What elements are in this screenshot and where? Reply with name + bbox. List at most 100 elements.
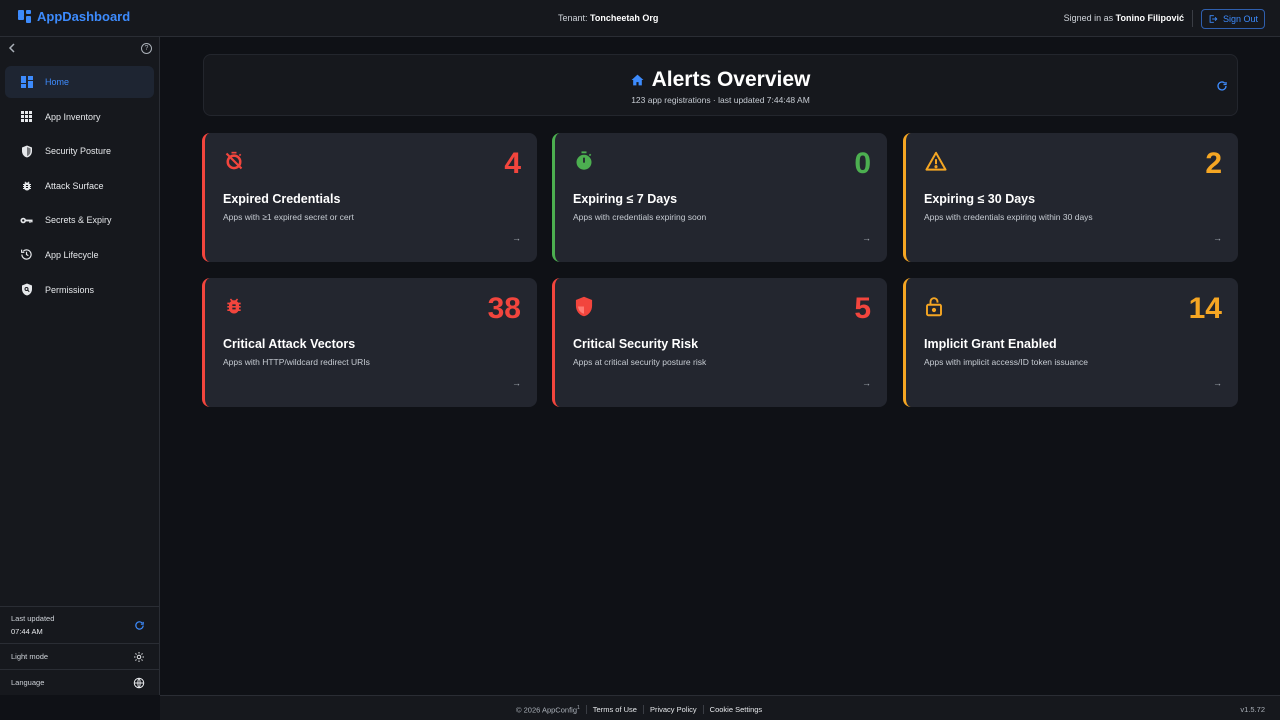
arrow-right-icon: → bbox=[512, 233, 521, 243]
sidebar-item-label: App Inventory bbox=[45, 111, 101, 122]
sidebar-footer: Last updated 07:44 AM Light mode Languag… bbox=[0, 606, 159, 695]
alert-count: 4 bbox=[504, 147, 521, 180]
alert-description: Apps at critical security posture risk bbox=[573, 357, 707, 367]
permission-shield-icon bbox=[20, 283, 33, 296]
sidebar-item-security-posture[interactable]: Security Posture bbox=[5, 135, 154, 167]
sign-out-button[interactable]: Sign Out bbox=[1201, 9, 1265, 29]
copyright-text: © 2026 AppConfig bbox=[516, 705, 577, 715]
refresh-icon bbox=[1217, 81, 1227, 91]
brand-logo[interactable]: AppDashboard bbox=[18, 9, 130, 24]
light-mode-label: Light mode bbox=[11, 652, 49, 661]
language-row[interactable]: Language bbox=[0, 669, 159, 695]
shield-alert-icon bbox=[574, 296, 594, 317]
last-updated-row: Last updated 07:44 AM bbox=[0, 606, 159, 643]
key-icon bbox=[20, 214, 33, 227]
sidebar-item-attack-surface[interactable]: Attack Surface bbox=[5, 170, 154, 202]
sidebar-item-label: Permissions bbox=[45, 284, 95, 295]
sidebar: ? Home App Inventory Security Posture At… bbox=[0, 37, 160, 695]
arrow-right-icon: → bbox=[1213, 233, 1222, 243]
footer: © 2026 AppConfig1 Terms of Use Privacy P… bbox=[160, 695, 1280, 720]
alert-title: Implicit Grant Enabled bbox=[924, 337, 1057, 351]
logout-icon bbox=[1209, 15, 1218, 23]
arrow-right-icon: → bbox=[512, 378, 521, 388]
alert-description: Apps with HTTP/wildcard redirect URIs bbox=[223, 357, 370, 367]
copyright: © 2026 AppConfig1 bbox=[510, 705, 586, 715]
language-label: Language bbox=[11, 678, 45, 687]
top-bar: AppDashboard Tenant: Toncheetah Org Sign… bbox=[0, 0, 1280, 37]
signed-in-info: Signed in as Tonino Filipović bbox=[1064, 13, 1184, 23]
home-icon bbox=[631, 74, 644, 86]
sidebar-item-permissions[interactable]: Permissions bbox=[5, 274, 154, 306]
grid-icon bbox=[20, 110, 33, 123]
sidebar-item-label: Secrets & Expiry bbox=[45, 215, 112, 226]
last-updated-time: 07:44 AM bbox=[11, 627, 43, 636]
divider bbox=[1192, 10, 1193, 27]
sidebar-item-secrets-expiry[interactable]: Secrets & Expiry bbox=[5, 204, 154, 236]
sidebar-item-home[interactable]: Home bbox=[5, 66, 154, 98]
page-title: Alerts Overview bbox=[651, 68, 811, 91]
alert-count: 38 bbox=[487, 292, 521, 325]
sidebar-item-label: Home bbox=[45, 77, 70, 87]
alert-title: Expired Credentials bbox=[223, 192, 341, 206]
refresh-icon[interactable] bbox=[134, 620, 145, 631]
lock-open-icon bbox=[925, 296, 945, 317]
user-name: Tonino Filipović bbox=[1115, 13, 1184, 23]
alert-card-expiring-7-days[interactable]: 0 Expiring ≤ 7 Days Apps with credential… bbox=[552, 133, 887, 262]
collapse-sidebar-button[interactable] bbox=[8, 43, 16, 56]
alert-description: Apps with implicit access/ID token issua… bbox=[924, 357, 1088, 367]
sidebar-nav: Home App Inventory Security Posture Atta… bbox=[5, 66, 154, 308]
copyright-mark: 1 bbox=[577, 705, 580, 711]
alert-card-critical-attack-vectors[interactable]: 38 Critical Attack Vectors Apps with HTT… bbox=[202, 278, 537, 407]
history-icon bbox=[20, 248, 33, 261]
alert-count: 2 bbox=[1205, 147, 1222, 180]
chevron-left-icon bbox=[8, 43, 15, 53]
signed-in-label: Signed in as bbox=[1063, 13, 1114, 23]
tenant-name: Toncheetah Org bbox=[590, 13, 659, 23]
last-updated-label: Last updated bbox=[11, 614, 55, 623]
alert-card-critical-security-risk[interactable]: 5 Critical Security Risk Apps at critica… bbox=[552, 278, 887, 407]
sidebar-item-label: App Lifecycle bbox=[45, 249, 99, 260]
footer-links: © 2026 AppConfig1 Terms of Use Privacy P… bbox=[510, 705, 768, 715]
sign-out-label: Sign Out bbox=[1222, 14, 1259, 24]
alert-title: Expiring ≤ 30 Days bbox=[924, 192, 1036, 206]
refresh-button[interactable] bbox=[1216, 79, 1228, 97]
globe-icon[interactable] bbox=[133, 677, 145, 689]
title-row: Alerts Overview bbox=[204, 68, 1237, 92]
version-label: v1.5.72 bbox=[1240, 705, 1265, 714]
warning-icon bbox=[925, 151, 947, 171]
tenant-info: Tenant: Toncheetah Org bbox=[558, 13, 658, 23]
alert-card-expiring-30-days[interactable]: 2 Expiring ≤ 30 Days Apps with credentia… bbox=[903, 133, 1238, 262]
sidebar-item-label: Attack Surface bbox=[45, 180, 104, 191]
brand-name: AppDashboard bbox=[37, 9, 131, 24]
alert-title: Critical Security Risk bbox=[573, 337, 699, 351]
privacy-link[interactable]: Privacy Policy bbox=[642, 705, 703, 715]
sidebar-item-app-inventory[interactable]: App Inventory bbox=[5, 101, 154, 133]
bug-icon bbox=[224, 296, 244, 316]
page-subtitle: 123 app registrations · last updated 7:4… bbox=[631, 95, 810, 105]
dashboard-icon bbox=[20, 76, 33, 89]
alert-description: Apps with ≥1 expired secret or cert bbox=[223, 212, 354, 222]
arrow-right-icon: → bbox=[862, 378, 871, 388]
terms-link[interactable]: Terms of Use bbox=[585, 705, 643, 715]
help-icon[interactable]: ? bbox=[141, 43, 152, 54]
alert-card-implicit-grant-enabled[interactable]: 14 Implicit Grant Enabled Apps with impl… bbox=[903, 278, 1238, 407]
timer-off-icon bbox=[224, 151, 244, 171]
alert-count: 5 bbox=[854, 292, 871, 325]
alert-count: 14 bbox=[1188, 292, 1222, 325]
light-mode-row[interactable]: Light mode bbox=[0, 643, 159, 669]
alert-count: 0 bbox=[854, 147, 871, 180]
alert-description: Apps with credentials expiring soon bbox=[573, 212, 707, 222]
arrow-right-icon: → bbox=[1213, 378, 1222, 388]
tenant-label: Tenant: bbox=[558, 13, 588, 23]
sidebar-item-app-lifecycle[interactable]: App Lifecycle bbox=[5, 239, 154, 271]
dashboard-icon bbox=[18, 10, 31, 23]
arrow-right-icon: → bbox=[862, 233, 871, 243]
sidebar-item-label: Security Posture bbox=[45, 146, 112, 157]
alerts-header: Alerts Overview 123 app registrations · … bbox=[203, 54, 1238, 116]
alert-card-expired-credentials[interactable]: 4 Expired Credentials Apps with ≥1 expir… bbox=[202, 133, 537, 262]
last-updated-info: Last updated 07:44 AM bbox=[11, 612, 54, 638]
shield-icon bbox=[20, 145, 33, 158]
gear-icon[interactable] bbox=[133, 651, 145, 663]
cookie-settings-link[interactable]: Cookie Settings bbox=[702, 705, 769, 715]
alert-title: Expiring ≤ 7 Days bbox=[573, 192, 678, 206]
